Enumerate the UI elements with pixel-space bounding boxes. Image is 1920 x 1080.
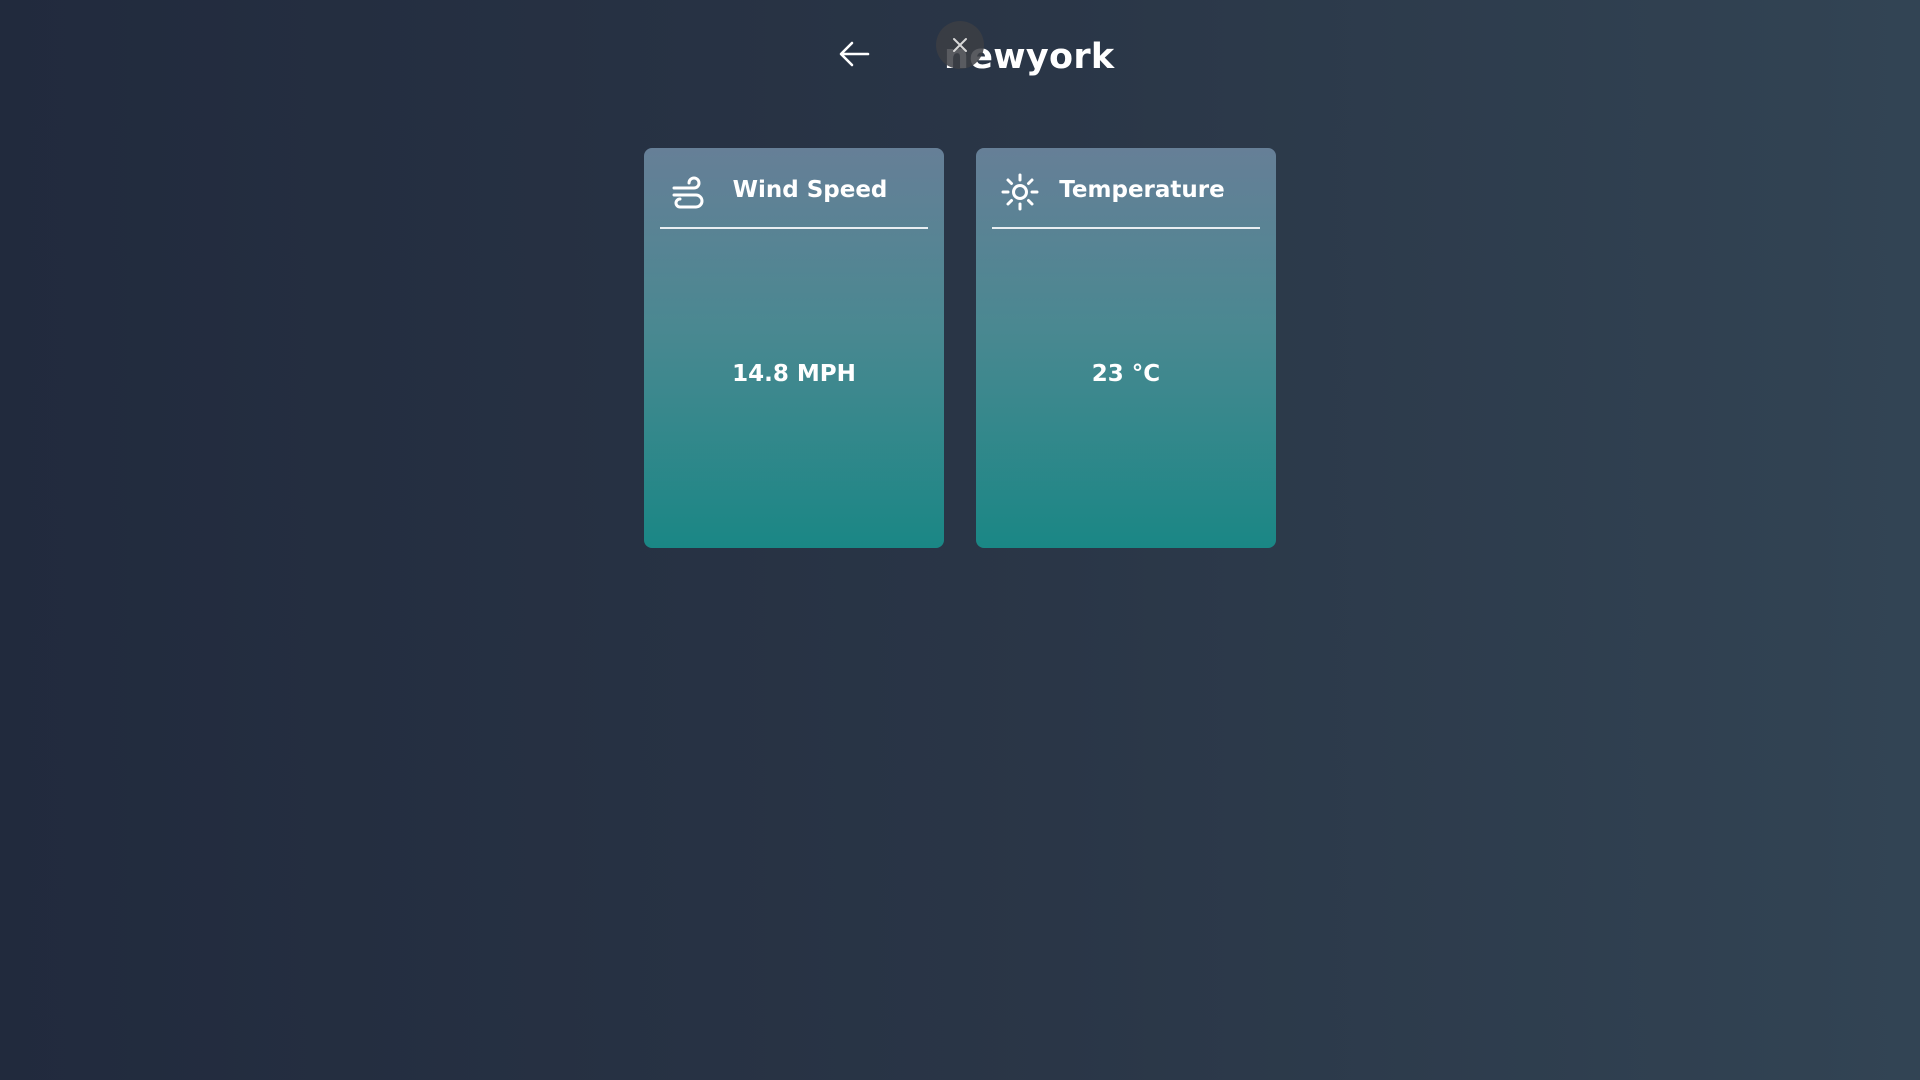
card-title: Temperature — [1059, 177, 1225, 203]
temperature-value: 23 °C — [1091, 361, 1161, 387]
wind-speed-card: Wind Speed 14.8 MPH — [644, 148, 944, 548]
close-button[interactable] — [936, 21, 984, 69]
card-header: Temperature — [992, 170, 1260, 220]
arrow-left-icon — [839, 41, 870, 67]
header: newyork — [0, 0, 1920, 110]
wind-speed-value: 14.8 MPH — [732, 361, 856, 387]
back-button[interactable] — [834, 36, 874, 72]
divider — [660, 227, 928, 229]
temperature-card: Temperature 23 °C — [976, 148, 1276, 548]
card-title: Wind Speed — [732, 177, 888, 203]
card-header: Wind Speed — [660, 170, 928, 220]
divider — [992, 227, 1260, 229]
close-icon — [953, 38, 967, 52]
